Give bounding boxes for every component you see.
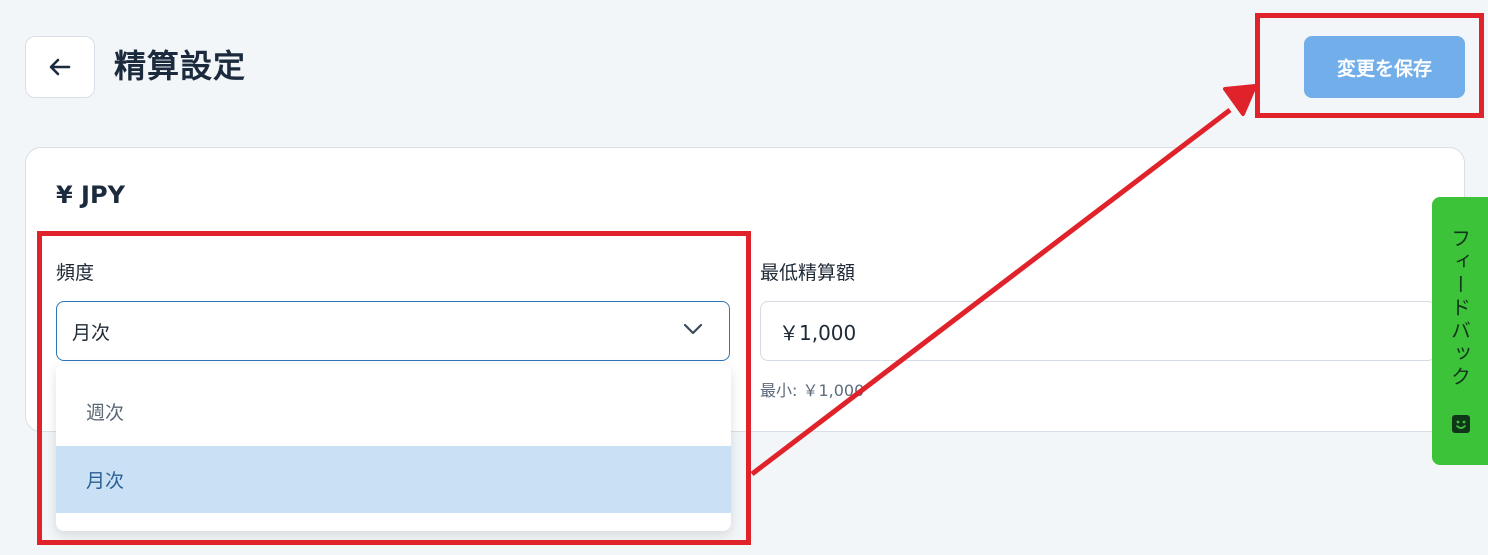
annotation-arrow <box>750 84 1257 476</box>
